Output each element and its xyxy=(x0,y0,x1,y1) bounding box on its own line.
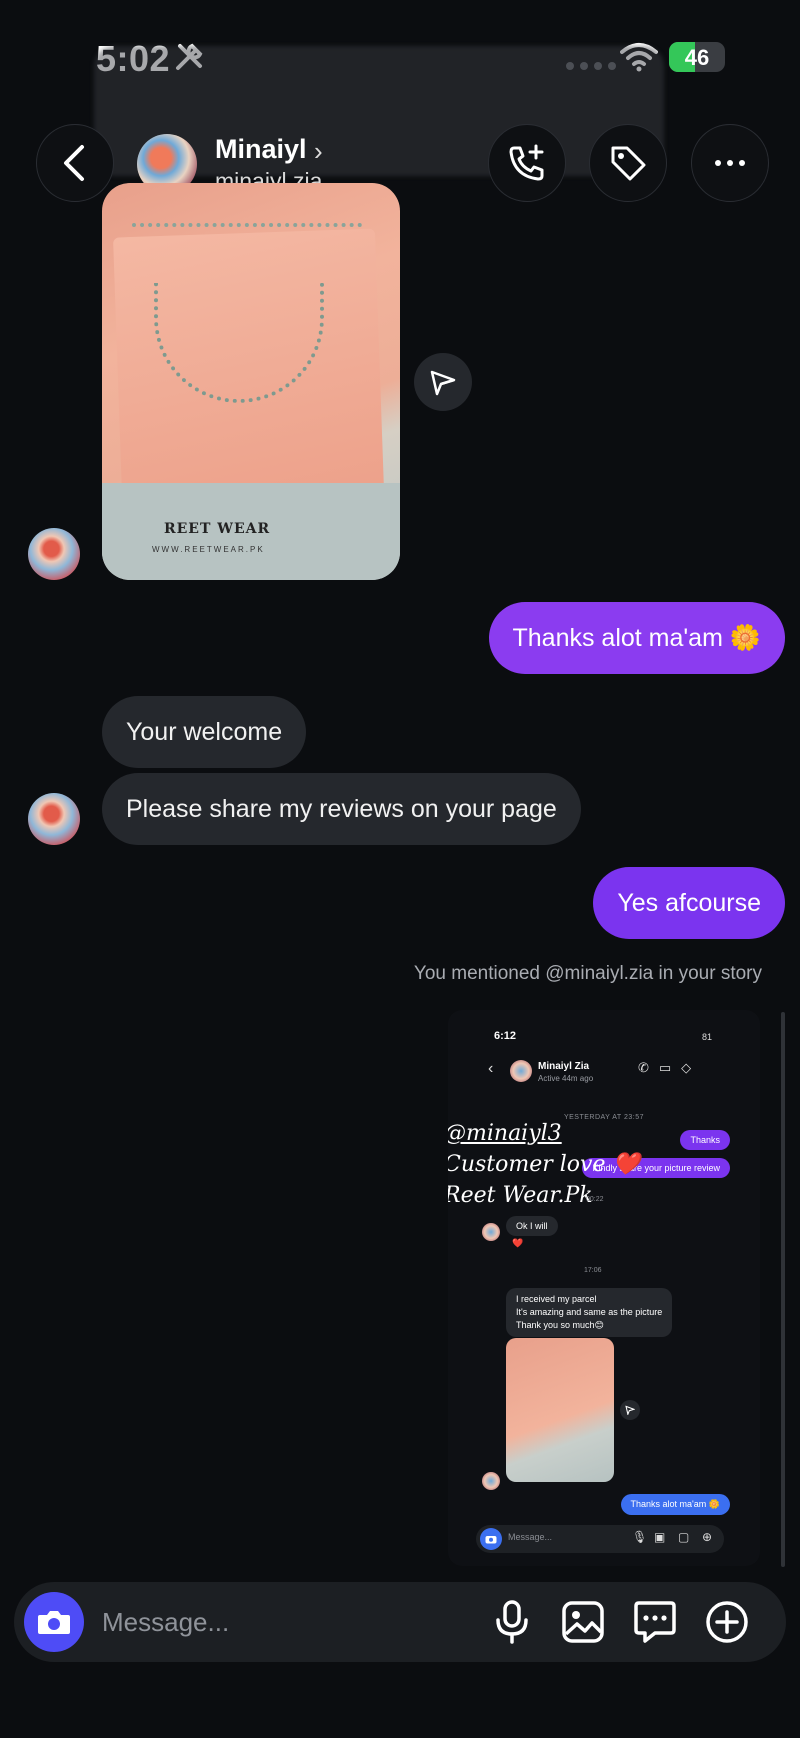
chevron-right-icon: › xyxy=(314,136,323,166)
more-dots-icon xyxy=(715,160,745,166)
share-photo-button[interactable] xyxy=(414,353,472,411)
story-bubble: Ok I will xyxy=(506,1216,558,1236)
chevron-left-icon: ‹ xyxy=(488,1060,494,1077)
message-input[interactable] xyxy=(102,1604,422,1640)
camera-icon xyxy=(480,1528,502,1550)
image-icon xyxy=(562,1601,604,1643)
story-battery: 81 xyxy=(702,1032,713,1042)
story-reaction: ❤️ xyxy=(512,1238,524,1248)
call-add-button[interactable] xyxy=(488,124,566,202)
message-incoming[interactable]: Your welcome xyxy=(102,696,307,768)
story-parcel-line: It's amazing and same as the picture xyxy=(516,1307,663,1317)
tag-button[interactable] xyxy=(589,124,667,202)
more-actions-button[interactable] xyxy=(703,1598,751,1646)
contact-name[interactable]: Minaiyl xyxy=(215,134,307,165)
sticker-button[interactable] xyxy=(631,1598,679,1646)
story-header-icons: ✆▭◇ xyxy=(638,1060,702,1075)
tag-icon xyxy=(611,146,646,181)
photo-message[interactable]: REET WEAR WWW.REETWEAR.PK xyxy=(102,183,400,580)
voice-message-button[interactable] xyxy=(488,1598,536,1646)
chat-sticker-icon xyxy=(634,1601,676,1643)
chevron-left-icon xyxy=(64,145,84,181)
story-composer-placeholder: Message... xyxy=(508,1532,553,1542)
message-composer xyxy=(14,1582,786,1662)
story-status-time: 6:12 xyxy=(494,1030,517,1042)
sender-avatar[interactable] xyxy=(28,793,80,845)
battery-level: 46 xyxy=(684,45,710,70)
story-bubble: Thanks xyxy=(680,1130,730,1150)
image-icon: ▣ xyxy=(654,1530,666,1544)
battery-indicator: 46 xyxy=(669,42,725,72)
story-parcel-line: I received my parcel xyxy=(516,1294,597,1304)
story-mention-note: You mentioned @minaiyl.zia in your story xyxy=(413,963,762,984)
story-time-mark: 17:06 xyxy=(584,1267,602,1274)
send-icon xyxy=(430,370,456,396)
story-photo xyxy=(506,1338,614,1482)
story-composer: Message... 🎙 ▣ ▢ ⊕ xyxy=(476,1525,724,1553)
story-overlay-line: @minaiyl3 xyxy=(448,1121,562,1146)
back-button[interactable] xyxy=(36,124,114,202)
story-overlay-line: Reet Wear.Pk xyxy=(448,1183,593,1208)
story-active-status: Active 44m ago xyxy=(538,1074,594,1083)
sticker-icon: ▢ xyxy=(678,1530,690,1544)
story-overlay-line: Customer love ❤️ xyxy=(448,1152,640,1177)
scrollbar[interactable] xyxy=(781,1012,785,1567)
story-time-mark: 00:22 xyxy=(586,1196,604,1203)
phone-plus-icon xyxy=(509,144,544,181)
photo-brand-text: REET WEAR xyxy=(164,521,271,537)
sender-avatar[interactable] xyxy=(28,528,80,580)
story-parcel-line: Thank you so much😊 xyxy=(516,1320,604,1330)
message-outgoing[interactable]: Yes afcourse xyxy=(593,867,785,939)
story-sender-avatar xyxy=(482,1223,500,1241)
story-contact-name: Minaiyl Zia xyxy=(538,1061,590,1072)
story-text-overlay: @minaiyl3 Customer love ❤️ Reet Wear.Pk xyxy=(448,1118,640,1211)
story-contact-avatar xyxy=(510,1060,532,1082)
gallery-button[interactable] xyxy=(559,1598,607,1646)
story-sender-avatar xyxy=(482,1472,500,1490)
camera-icon xyxy=(38,1611,70,1634)
message-incoming[interactable]: Please share my reviews on your page xyxy=(102,773,581,845)
camera-button[interactable] xyxy=(24,1592,84,1652)
plus-circle-icon xyxy=(706,1601,748,1643)
more-options-button[interactable] xyxy=(691,124,769,202)
mic-icon: 🎙 xyxy=(632,1530,648,1544)
message-outgoing[interactable]: Thanks alot ma'am 🌼 xyxy=(488,602,785,674)
story-bubble-parcel: I received my parcel It's amazing and sa… xyxy=(506,1288,673,1337)
photo-site-text: WWW.REETWEAR.PK xyxy=(152,545,265,554)
plus-icon: ⊕ xyxy=(702,1530,713,1544)
story-mention-preview[interactable]: 6:12 81 ‹ Minaiyl Zia Active 44m ago ✆▭◇… xyxy=(448,1010,760,1566)
story-bubble: Thanks alot ma'am 🌼 xyxy=(620,1494,730,1515)
send-icon xyxy=(620,1400,640,1420)
embroidery-band xyxy=(132,223,362,229)
microphone-icon xyxy=(496,1600,528,1644)
